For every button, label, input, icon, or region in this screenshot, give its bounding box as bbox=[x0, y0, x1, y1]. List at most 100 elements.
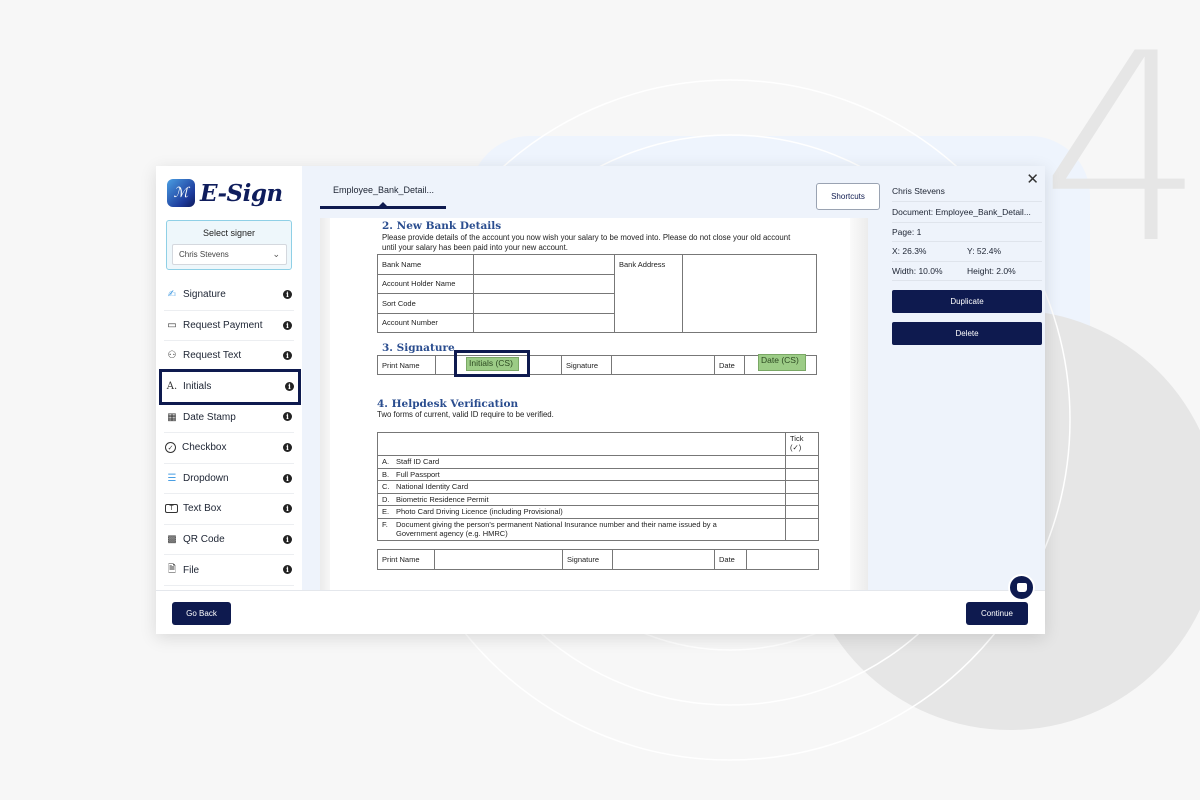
credit-card-icon: ▭ bbox=[167, 319, 177, 331]
info-icon[interactable]: i bbox=[283, 351, 292, 361]
x-position: X: 26.3% bbox=[892, 246, 927, 256]
id-text: Biometric Residence Permit bbox=[396, 494, 489, 504]
tool-label: Request Text bbox=[183, 350, 242, 362]
row-label: Date bbox=[714, 549, 747, 570]
form-cell bbox=[611, 355, 715, 375]
row-label: Bank Name bbox=[377, 254, 474, 275]
check-circle-icon: ✓ bbox=[165, 442, 176, 454]
tab-caret-icon bbox=[378, 202, 388, 207]
row-label: Sort Code bbox=[377, 293, 474, 314]
header-cell bbox=[377, 432, 786, 456]
size-row: Width: 10.0% Height: 2.0% bbox=[892, 262, 1042, 281]
tick-cell[interactable] bbox=[785, 467, 819, 481]
tool-request-payment[interactable]: ▭ Request Payment i bbox=[164, 311, 294, 342]
tool-text-box[interactable]: T Text Box i bbox=[164, 494, 294, 525]
tool-label: QR Code bbox=[183, 534, 225, 546]
date-field[interactable]: Date (CS) bbox=[758, 354, 806, 371]
sidebar: ℳ E-Sign Select signer Chris Stevens ⌄ ✍… bbox=[156, 166, 302, 590]
qr-code-icon: ▩ bbox=[167, 534, 177, 546]
field-tool-list: ✍ Signature i ▭ Request Payment i ⚇ Requ… bbox=[156, 280, 302, 586]
tick-cell[interactable] bbox=[785, 505, 819, 519]
tool-checkbox[interactable]: ✓ Checkbox i bbox=[164, 433, 294, 464]
info-icon[interactable]: i bbox=[283, 565, 292, 575]
tick-cell[interactable] bbox=[785, 455, 819, 469]
id-row: D. Biometric Residence Permit bbox=[377, 492, 786, 506]
bank-details-table: Bank Name Bank Address Account Holder Na… bbox=[377, 254, 817, 333]
row-label: Bank Address bbox=[614, 254, 683, 333]
id-letter: A. bbox=[382, 457, 390, 467]
info-icon[interactable]: i bbox=[283, 473, 292, 483]
tick-cell[interactable] bbox=[785, 480, 819, 494]
document-name: Document: Employee_Bank_Detail... bbox=[892, 203, 1042, 223]
id-letter: B. bbox=[382, 469, 390, 479]
row-label: Print Name bbox=[377, 549, 435, 570]
section-description: Please provide details of the account yo… bbox=[382, 233, 791, 252]
info-icon[interactable]: i bbox=[283, 442, 292, 452]
tick-cell[interactable] bbox=[785, 492, 819, 506]
id-row: F. Document giving the person's permanent… bbox=[377, 517, 786, 541]
tool-dropdown[interactable]: ☰ Dropdown i bbox=[164, 464, 294, 495]
duplicate-button[interactable]: Duplicate bbox=[892, 290, 1042, 313]
tool-label: Request Payment bbox=[183, 319, 263, 331]
chevron-down-icon: ⌄ bbox=[272, 249, 280, 259]
tool-label: File bbox=[183, 564, 200, 576]
document-area: Employee_Bank_Detail... Shortcuts 2. New… bbox=[302, 166, 886, 590]
tool-date-stamp[interactable]: ▦ Date Stamp i bbox=[164, 402, 294, 433]
page-shadow-left bbox=[320, 218, 330, 590]
signature-icon: ✍ bbox=[167, 289, 177, 301]
form-cell bbox=[434, 549, 563, 570]
chat-icon bbox=[1016, 583, 1027, 592]
logo-mark-icon: ℳ bbox=[167, 179, 195, 207]
go-back-button[interactable]: Go Back bbox=[172, 602, 231, 625]
tool-qr-code[interactable]: ▩ QR Code i bbox=[164, 525, 294, 556]
signer-selector: Select signer Chris Stevens ⌄ bbox=[166, 220, 292, 270]
id-row: B. Full Passport bbox=[377, 467, 786, 481]
tool-label: Dropdown bbox=[183, 472, 229, 484]
field-height: Height: 2.0% bbox=[967, 265, 1016, 276]
page-shadow-right bbox=[850, 218, 868, 590]
row-label: Signature bbox=[562, 549, 613, 570]
tool-initials[interactable]: A. Initials i bbox=[159, 368, 301, 406]
info-icon[interactable]: i bbox=[285, 381, 294, 391]
shortcuts-button[interactable]: Shortcuts bbox=[816, 183, 880, 210]
section-title: 3. Signature bbox=[382, 342, 455, 354]
tool-signature[interactable]: ✍ Signature i bbox=[164, 280, 294, 311]
info-icon[interactable]: i bbox=[283, 320, 292, 330]
section-description: Two forms of current, valid ID require t… bbox=[377, 410, 554, 419]
form-cell bbox=[473, 293, 615, 314]
section-title: 2. New Bank Details bbox=[382, 220, 502, 232]
file-icon: 🗎 bbox=[167, 563, 177, 575]
tool-file[interactable]: 🗎 File i bbox=[164, 555, 294, 586]
tool-label: Checkbox bbox=[182, 442, 227, 454]
initials-icon: A. bbox=[166, 381, 178, 393]
delete-button[interactable]: Delete bbox=[892, 322, 1042, 345]
form-cell bbox=[682, 254, 817, 333]
initials-field[interactable]: Initials (CS) bbox=[466, 357, 519, 371]
signer-selected-value: Chris Stevens bbox=[179, 250, 229, 259]
id-letter: D. bbox=[382, 494, 390, 504]
tool-label: Text Box bbox=[183, 503, 222, 515]
continue-button[interactable]: Continue bbox=[966, 602, 1028, 625]
form-cell bbox=[473, 312, 615, 333]
id-verification-table: Tick (✓) A. Staff ID Card B. Full Passport… bbox=[377, 432, 819, 541]
tick-header: Tick (✓) bbox=[785, 432, 819, 456]
signer-dropdown[interactable]: Chris Stevens ⌄ bbox=[172, 244, 287, 265]
tool-request-text[interactable]: ⚇ Request Text i bbox=[164, 341, 294, 372]
id-text: Photo Card Driving Licence (including Pr… bbox=[396, 507, 563, 517]
chat-support-button[interactable] bbox=[1008, 574, 1035, 601]
id-text: National Identity Card bbox=[396, 482, 469, 492]
info-icon[interactable]: i bbox=[283, 534, 292, 544]
info-icon[interactable]: i bbox=[283, 504, 292, 514]
id-letter: F. bbox=[382, 520, 388, 529]
y-position: Y: 52.4% bbox=[967, 246, 1002, 256]
info-icon[interactable]: i bbox=[283, 412, 292, 422]
document-viewer[interactable]: 2. New Bank Details Please provide detai… bbox=[320, 218, 868, 590]
info-icon[interactable]: i bbox=[283, 290, 292, 299]
logo-text: E-Sign bbox=[200, 179, 283, 207]
row-label: Date bbox=[714, 355, 745, 375]
tool-label: Date Stamp bbox=[183, 411, 236, 423]
calendar-icon: ▦ bbox=[167, 411, 177, 423]
tick-cell[interactable] bbox=[785, 517, 819, 541]
esign-editor-window: ℳ E-Sign Select signer Chris Stevens ⌄ ✍… bbox=[156, 166, 1045, 634]
id-row: A. Staff ID Card bbox=[377, 455, 786, 469]
